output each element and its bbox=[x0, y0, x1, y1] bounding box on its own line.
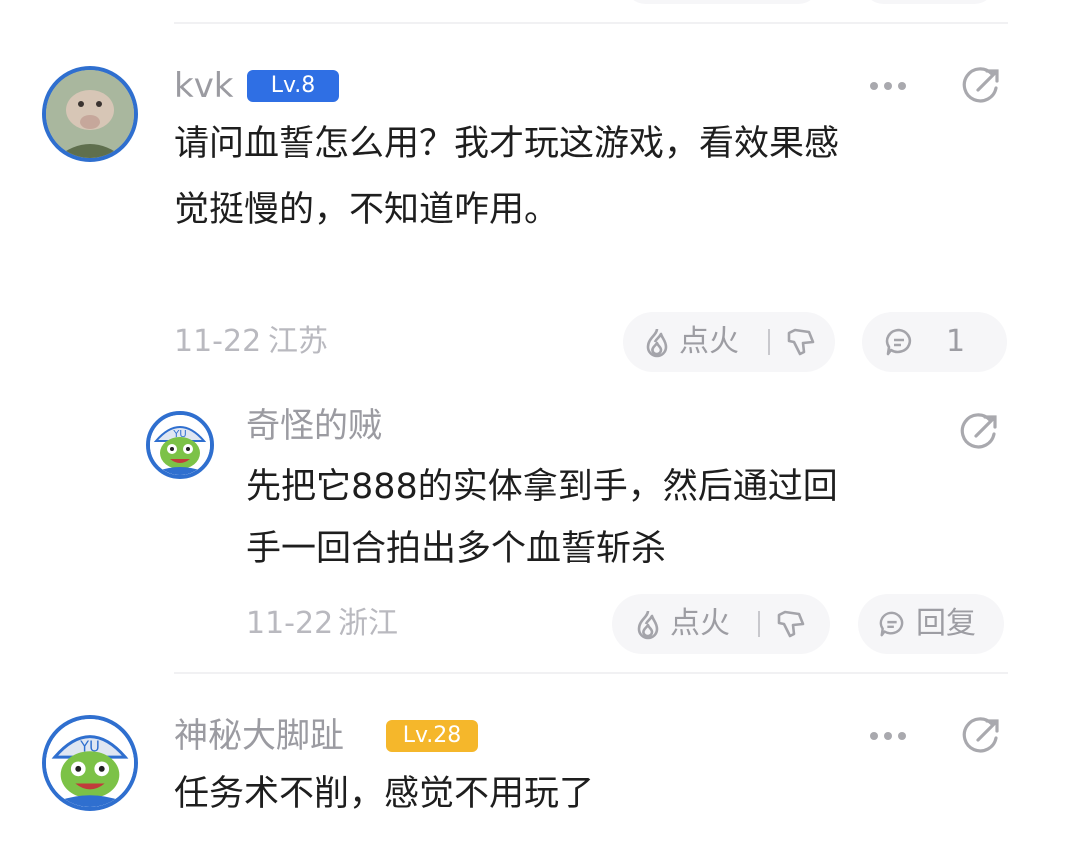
prev-action-pill-left[interactable] bbox=[624, 0, 820, 4]
avatar-image: YU bbox=[46, 719, 134, 807]
reply-count: 1 bbox=[946, 324, 966, 359]
comment-text-line: 觉挺慢的，不知道咋用。 bbox=[174, 190, 560, 230]
reply-label: 回复 bbox=[916, 606, 976, 641]
reply-location: 浙江 bbox=[338, 606, 398, 641]
username[interactable]: 神秘大脚趾 bbox=[174, 716, 344, 756]
fire-label: 点火 bbox=[679, 324, 739, 359]
fire-dislike-pill: 点火 bbox=[623, 312, 835, 372]
comment-location: 江苏 bbox=[268, 324, 328, 359]
chat-bubble-icon bbox=[879, 611, 904, 637]
reply-text-line: 手一回合拍出多个血誓斩杀 bbox=[246, 529, 667, 569]
comment-text-line: 任务术不削，感觉不用玩了 bbox=[174, 774, 595, 814]
comment-divider bbox=[174, 672, 1008, 674]
username[interactable]: kvk bbox=[174, 66, 234, 106]
top-divider bbox=[174, 22, 1008, 24]
avatar-image: YU bbox=[150, 415, 210, 475]
fire-button[interactable]: 点火 bbox=[634, 594, 758, 654]
more-icon[interactable] bbox=[866, 722, 910, 750]
prev-action-pill-right[interactable] bbox=[862, 0, 996, 4]
share-icon[interactable] bbox=[962, 66, 1002, 106]
fire-icon bbox=[646, 328, 668, 358]
reply-button[interactable]: 回复 bbox=[858, 594, 1004, 654]
thumbs-down-icon[interactable] bbox=[775, 609, 807, 639]
thumbs-down-icon[interactable] bbox=[785, 327, 817, 357]
fire-label: 点火 bbox=[670, 606, 730, 641]
avatar[interactable] bbox=[42, 66, 138, 162]
fire-dislike-pill: 点火 bbox=[612, 594, 830, 654]
avatar[interactable]: YU bbox=[42, 715, 138, 811]
avatar-image bbox=[46, 70, 134, 158]
fire-button[interactable]: 点火 bbox=[643, 312, 768, 372]
reply-count-pill[interactable]: 1 bbox=[862, 312, 1007, 372]
comment-date: 11-22 bbox=[174, 324, 262, 359]
reply-date: 11-22 bbox=[246, 606, 334, 641]
reply-text-line: 先把它888的实体拿到手，然后通过回 bbox=[246, 467, 838, 507]
reply-username[interactable]: 奇怪的贼 bbox=[246, 406, 382, 446]
avatar[interactable]: YU bbox=[146, 411, 214, 479]
pill-separator bbox=[768, 329, 770, 355]
more-icon[interactable] bbox=[866, 72, 910, 100]
share-icon[interactable] bbox=[962, 716, 1002, 756]
level-badge: Lv.8 bbox=[247, 70, 339, 102]
share-icon[interactable] bbox=[960, 412, 1000, 452]
fire-icon bbox=[637, 610, 659, 640]
chat-bubble-icon bbox=[885, 328, 912, 356]
comment-text-line: 请问血誓怎么用？我才玩这游戏，看效果感 bbox=[174, 124, 840, 164]
level-badge: Lv.28 bbox=[386, 720, 478, 752]
pill-separator bbox=[758, 611, 760, 637]
